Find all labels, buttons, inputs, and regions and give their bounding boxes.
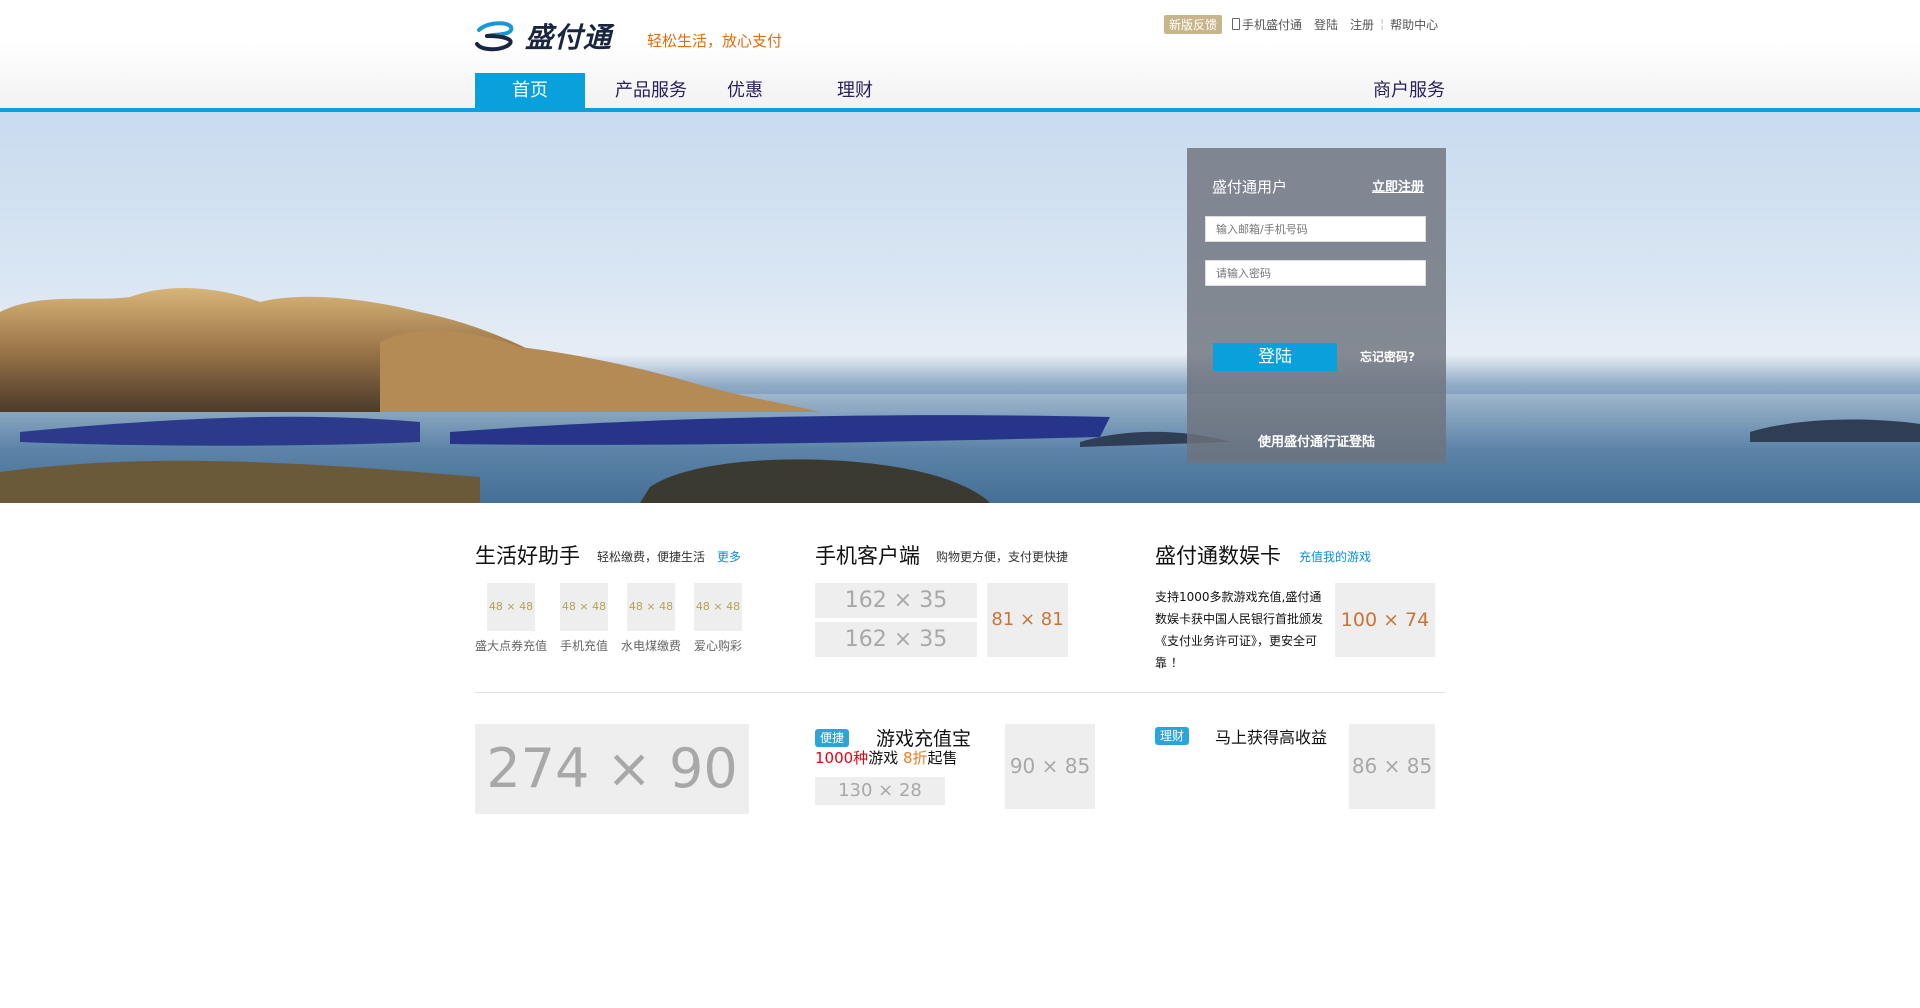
logo-text: 盛付通: [525, 21, 613, 54]
game-discount: 8折: [902, 749, 928, 767]
game-count: 1000种: [815, 749, 869, 767]
game-promo-line: 1000种游戏 8折起售: [815, 747, 958, 768]
nav-offers[interactable]: 优惠: [715, 73, 775, 108]
nav-products[interactable]: 产品服务: [611, 73, 691, 108]
site-logo[interactable]: 盛付通: [475, 16, 612, 56]
app-download-button-1[interactable]: 162 × 35: [815, 583, 977, 618]
life-label-coupon[interactable]: 盛大点券充值: [471, 637, 551, 654]
life-icon-coupon[interactable]: 48 × 48: [487, 583, 535, 631]
game-word: 游戏: [868, 749, 899, 767]
forgot-password-link[interactable]: 忘记密码?: [1360, 348, 1415, 365]
login-submit-button[interactable]: 登陆: [1213, 343, 1337, 371]
register-now-link[interactable]: 立即注册: [1372, 176, 1424, 195]
life-more-link[interactable]: 更多: [717, 548, 741, 565]
mobile-section-subtitle: 购物更方便，支付更快捷: [936, 550, 1069, 564]
card-recharge-link[interactable]: 充值我的游戏: [1299, 548, 1371, 565]
life-section-subtitle: 轻松缴费，便捷生活: [597, 550, 706, 564]
hero-banner: 盛付通用户 立即注册 登陆 忘记密码? 使用盛付通行证登陆: [0, 112, 1920, 503]
logo-swirl-icon: [475, 21, 514, 52]
top-links: 新版反馈 手机盛付通 登陆 注册 ¦ 帮助中心: [1164, 14, 1450, 34]
slogan: 轻松生活，放心支付: [647, 32, 783, 50]
header: 盛付通 轻松生活，放心支付 新版反馈 手机盛付通 登陆 注册 ¦ 帮助中心 首页…: [0, 0, 1920, 108]
nav-finance[interactable]: 理财: [825, 73, 885, 108]
life-label-lottery[interactable]: 爱心购彩: [678, 637, 758, 654]
hero-landscape-image: [0, 287, 1920, 503]
promo-banner[interactable]: 274 × 90: [475, 724, 749, 814]
login-title: 盛付通用户: [1212, 178, 1288, 196]
mobile-section-title: 手机客户端: [815, 544, 920, 568]
life-icon-utilities[interactable]: 48 × 48: [627, 583, 675, 631]
mobile-phone-icon: [1232, 17, 1241, 30]
feedback-button[interactable]: 新版反馈: [1164, 14, 1223, 34]
card-description: 支持1000多款游戏充值,盛付通数娱卡获中国人民银行首批颁发《支付业务许可证》，…: [1155, 590, 1324, 670]
finance-tag: 理财: [1155, 727, 1190, 745]
game-recharge-button[interactable]: 130 × 28: [815, 777, 945, 805]
life-icon-lottery[interactable]: 48 × 48: [694, 583, 742, 631]
email-phone-input[interactable]: [1205, 216, 1426, 242]
life-section-title: 生活好助手: [475, 544, 580, 568]
nav-home[interactable]: 首页: [475, 73, 585, 108]
life-icon-phone-recharge[interactable]: 48 × 48: [560, 583, 608, 631]
app-qr-code: 81 × 81: [987, 583, 1068, 657]
finance-title[interactable]: 马上获得高收益: [1215, 724, 1327, 748]
login-link[interactable]: 登陆: [1314, 16, 1338, 33]
finance-image[interactable]: 86 × 85: [1349, 724, 1435, 809]
nav-merchant[interactable]: 商户服务: [1365, 73, 1445, 108]
password-input[interactable]: [1205, 260, 1426, 286]
card-section-title: 盛付通数娱卡: [1155, 544, 1281, 568]
app-download-button-2[interactable]: 162 × 35: [815, 622, 977, 657]
game-sale: 起售: [927, 749, 958, 767]
mobile-link-label: 手机盛付通: [1242, 17, 1303, 32]
game-image[interactable]: 90 × 85: [1005, 724, 1095, 809]
card-image[interactable]: 100 × 74: [1335, 583, 1435, 657]
section-divider: [475, 692, 1445, 693]
convenient-tag: 便捷: [815, 729, 850, 747]
help-link[interactable]: 帮助中心: [1390, 16, 1438, 33]
separator: ¦: [1380, 17, 1385, 31]
mobile-link[interactable]: 手机盛付通: [1232, 16, 1302, 33]
passport-login-link[interactable]: 使用盛付通行证登陆: [1187, 423, 1446, 463]
login-panel: 盛付通用户 立即注册 登陆 忘记密码? 使用盛付通行证登陆: [1187, 148, 1446, 463]
main-nav: 首页 产品服务 优惠 理财 商户服务: [475, 73, 1445, 108]
register-link[interactable]: 注册: [1350, 16, 1374, 33]
